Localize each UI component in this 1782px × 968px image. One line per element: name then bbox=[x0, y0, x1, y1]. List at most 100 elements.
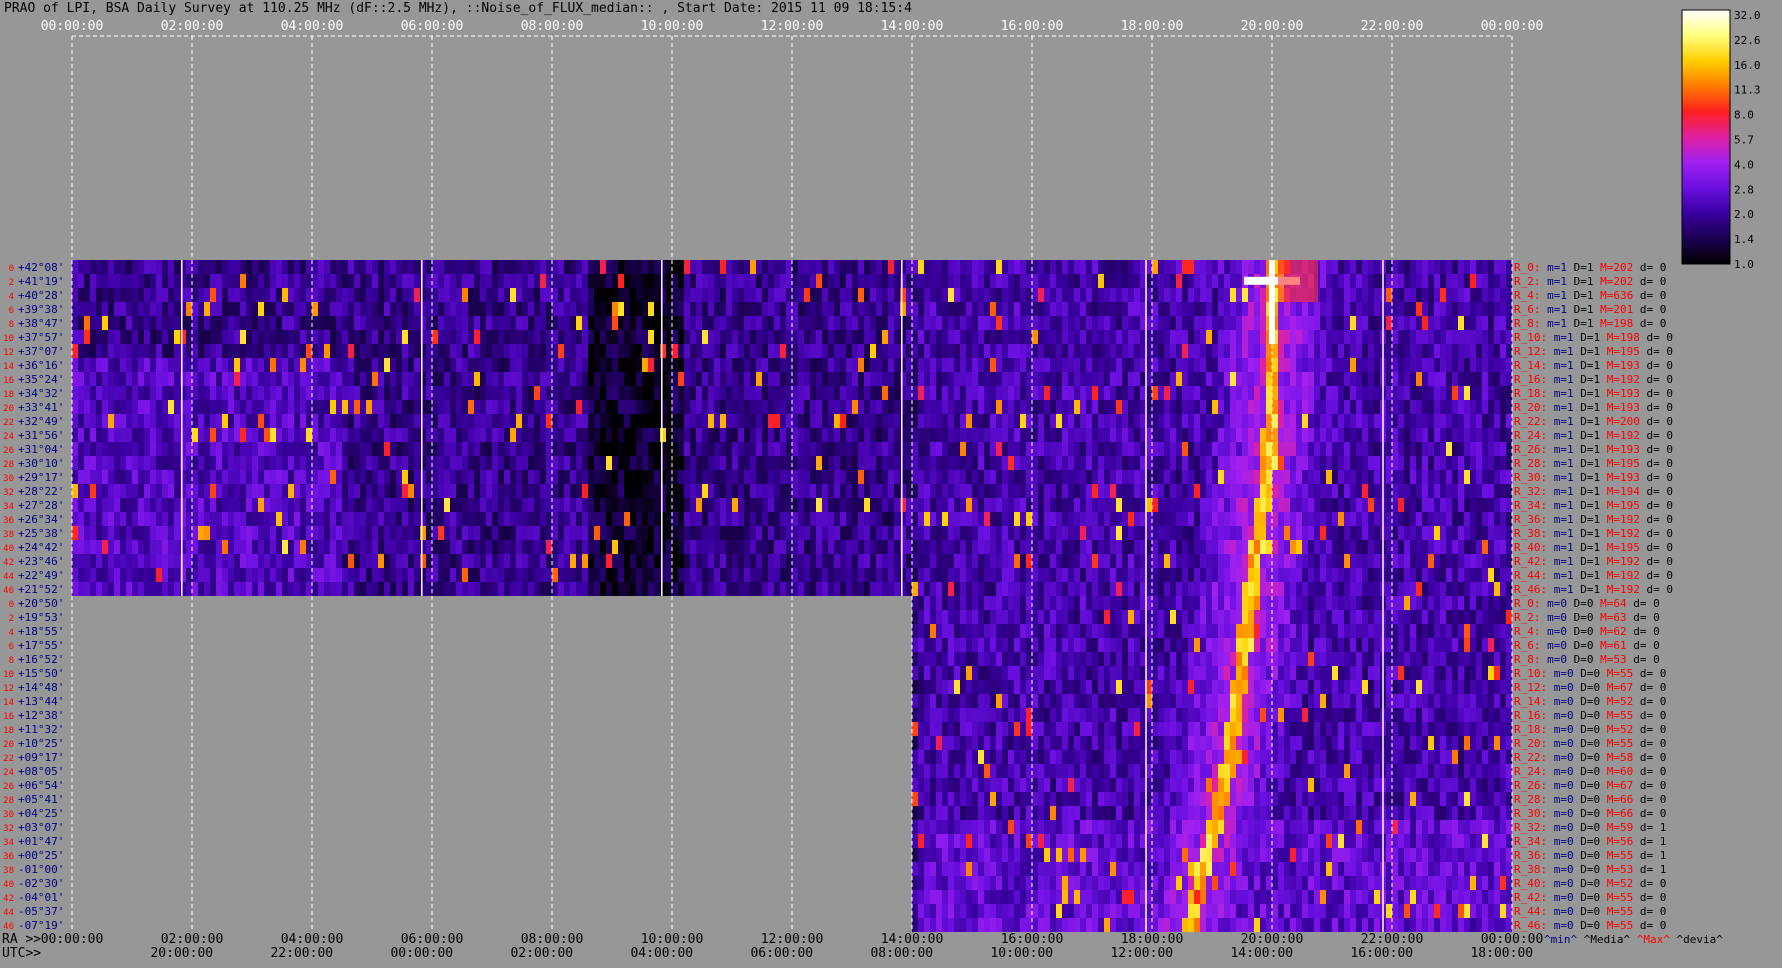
heatmap-cell bbox=[432, 288, 438, 302]
heatmap-cell bbox=[1482, 456, 1488, 470]
heatmap-cell bbox=[582, 498, 588, 512]
heatmap-cell bbox=[876, 302, 882, 316]
heatmap-cell bbox=[1182, 302, 1188, 316]
heatmap-cell bbox=[462, 330, 468, 344]
heatmap-cell bbox=[1188, 288, 1194, 302]
heatmap-cell bbox=[1410, 456, 1416, 470]
heatmap-cell bbox=[882, 302, 888, 316]
heatmap-cell bbox=[942, 330, 948, 344]
heatmap-cell bbox=[1464, 372, 1470, 386]
heatmap-cell bbox=[786, 414, 792, 428]
heatmap-cell bbox=[918, 260, 924, 274]
heatmap-cell bbox=[1212, 330, 1218, 344]
heatmap-cell bbox=[1278, 428, 1284, 442]
heatmap-cell bbox=[1332, 400, 1338, 414]
heatmap-cell bbox=[1428, 372, 1434, 386]
heatmap-cell bbox=[1206, 288, 1212, 302]
heatmap-cell bbox=[360, 260, 366, 274]
heatmap-cell bbox=[1038, 456, 1044, 470]
heatmap-cell bbox=[1428, 428, 1434, 442]
heatmap-cell bbox=[618, 372, 624, 386]
heatmap-cell bbox=[402, 484, 408, 498]
heatmap-cell bbox=[918, 400, 924, 414]
heatmap-cell bbox=[1290, 316, 1296, 330]
heatmap-cell bbox=[168, 302, 174, 316]
heatmap-cell bbox=[876, 260, 882, 274]
heatmap-cell bbox=[1242, 344, 1248, 358]
heatmap-cell bbox=[738, 358, 744, 372]
heatmap-cell bbox=[1500, 484, 1506, 498]
heatmap-cell bbox=[714, 400, 720, 414]
heatmap-cell bbox=[1356, 512, 1362, 526]
heatmap-cell bbox=[282, 358, 288, 372]
heatmap-cell bbox=[564, 358, 570, 372]
heatmap-cell bbox=[1464, 526, 1470, 540]
heatmap-cell bbox=[1008, 498, 1014, 512]
heatmap-cell bbox=[480, 260, 486, 274]
heatmap-cell bbox=[426, 414, 432, 428]
heatmap-cell bbox=[750, 344, 756, 358]
heatmap-cell bbox=[522, 512, 528, 526]
heatmap-cell bbox=[1098, 540, 1104, 554]
heatmap-cell bbox=[780, 512, 786, 526]
heatmap-cell bbox=[582, 358, 588, 372]
heatmap-cell bbox=[246, 288, 252, 302]
heatmap-cell bbox=[288, 428, 294, 442]
heatmap-cell bbox=[1494, 302, 1500, 316]
heatmap-cell bbox=[420, 330, 426, 344]
heatmap-cell bbox=[126, 260, 132, 274]
heatmap-cell bbox=[114, 498, 120, 512]
heatmap-cell bbox=[1326, 330, 1332, 344]
heatmap-cell bbox=[1020, 484, 1026, 498]
heatmap-cell bbox=[1368, 274, 1374, 288]
heatmap-cell bbox=[1368, 470, 1374, 484]
heatmap-cell bbox=[630, 540, 636, 554]
heatmap-cell bbox=[414, 274, 420, 288]
heatmap-cell bbox=[1500, 386, 1506, 400]
heatmap-cell bbox=[984, 372, 990, 386]
heatmap-cell bbox=[948, 288, 954, 302]
heatmap-cell bbox=[282, 386, 288, 400]
heatmap-cell bbox=[930, 386, 936, 400]
heatmap-cell bbox=[726, 358, 732, 372]
heatmap-cell bbox=[438, 400, 444, 414]
heatmap-cell bbox=[1044, 274, 1050, 288]
heatmap-cell bbox=[1254, 288, 1260, 302]
heatmap-cell bbox=[1062, 316, 1068, 330]
heatmap-cell bbox=[1290, 442, 1296, 456]
heatmap-cell bbox=[900, 386, 906, 400]
heatmap-cell bbox=[1446, 344, 1452, 358]
heatmap-cell bbox=[708, 526, 714, 540]
heatmap-cell bbox=[534, 330, 540, 344]
heatmap-cell bbox=[828, 456, 834, 470]
heatmap-cell bbox=[1284, 386, 1290, 400]
heatmap-cell bbox=[1110, 414, 1116, 428]
heatmap-cell bbox=[1320, 512, 1326, 526]
heatmap-cell bbox=[786, 372, 792, 386]
heatmap-cell bbox=[1206, 344, 1212, 358]
heatmap-cell bbox=[924, 540, 930, 554]
heatmap-cell bbox=[780, 470, 786, 484]
heatmap-cell bbox=[1374, 302, 1380, 316]
heatmap-cell bbox=[582, 386, 588, 400]
heatmap-cell bbox=[1176, 400, 1182, 414]
heatmap-cell bbox=[1086, 442, 1092, 456]
heatmap-cell bbox=[450, 274, 456, 288]
heatmap-cell bbox=[1008, 470, 1014, 484]
heatmap-cell bbox=[384, 344, 390, 358]
heatmap-cell bbox=[552, 414, 558, 428]
heatmap-cell bbox=[264, 400, 270, 414]
heatmap-cell bbox=[306, 526, 312, 540]
heatmap-cell bbox=[774, 372, 780, 386]
heatmap-cell bbox=[1080, 288, 1086, 302]
heatmap-cell bbox=[996, 428, 1002, 442]
heatmap-cell bbox=[282, 442, 288, 456]
heatmap-cell bbox=[822, 330, 828, 344]
heatmap-cell bbox=[684, 358, 690, 372]
heatmap-cell bbox=[312, 498, 318, 512]
heatmap-cell bbox=[1026, 400, 1032, 414]
heatmap-cell bbox=[408, 358, 414, 372]
heatmap-cell bbox=[1194, 386, 1200, 400]
heatmap-cell bbox=[936, 372, 942, 386]
heatmap-cell bbox=[1344, 442, 1350, 456]
